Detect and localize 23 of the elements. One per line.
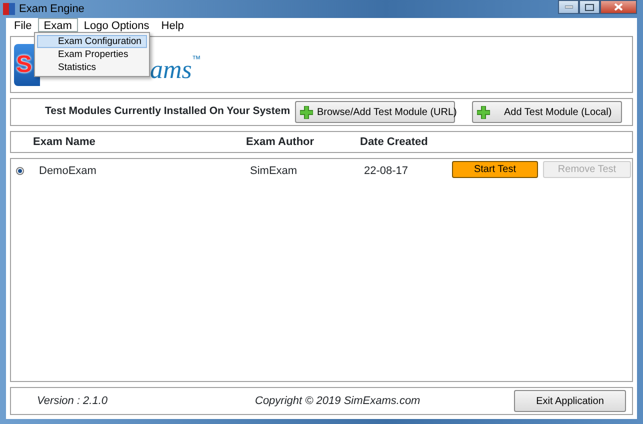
table-cell-text: 22-08-17 <box>364 164 410 179</box>
menu-item[interactable]: Help <box>155 18 190 32</box>
column-header: Date Created <box>360 134 429 150</box>
add-module-button[interactable]: Add Test Module (Local) <box>472 101 622 123</box>
table-cell-text: DemoExam <box>39 164 98 179</box>
menu-option[interactable]: Exam Properties <box>37 48 147 61</box>
menu-item[interactable]: Logo Options <box>78 18 156 32</box>
menu-item[interactable]: Exam <box>38 18 78 32</box>
copyright-text: Copyright © 2019 SimExams.com <box>255 394 420 409</box>
exit-button[interactable]: Exit Application <box>514 390 626 412</box>
table-cell-text: SimExam <box>250 164 298 179</box>
column-header: Exam Author <box>246 134 316 150</box>
start-test-button[interactable]: Start Test <box>452 160 538 178</box>
menu-option[interactable]: Exam Configuration <box>37 35 147 48</box>
version-text: Version : 2.1.0 <box>37 394 109 409</box>
menu-option[interactable]: Statistics <box>37 61 147 74</box>
window-title: Exam Engine <box>19 2 84 17</box>
add-module-button[interactable]: Browse/Add Test Module (URL) <box>295 101 455 123</box>
section-heading: Test Modules Currently Installed On Your System <box>45 104 292 120</box>
menu-item[interactable]: File <box>8 18 38 32</box>
trademark: ™ <box>192 53 201 66</box>
logo-text: ams <box>150 54 192 86</box>
column-header: Exam Name <box>33 134 96 150</box>
